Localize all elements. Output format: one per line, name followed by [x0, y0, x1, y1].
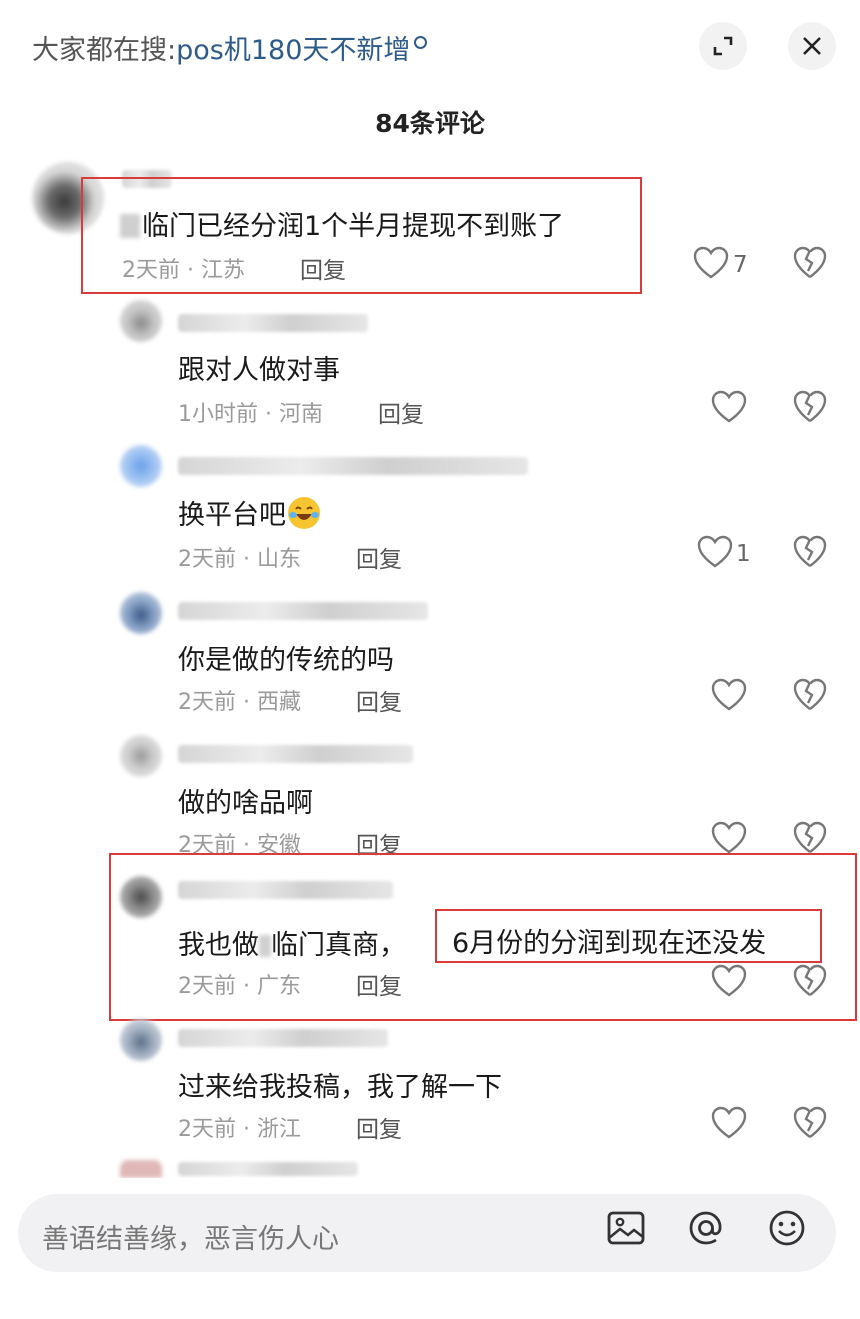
reply-button[interactable]: 回复 [356, 967, 402, 1001]
comment-meta: 2天前 · 广东 [178, 974, 301, 999]
comment-item: 跟对人做对事 1小时前 · 河南 回复 [0, 300, 860, 445]
trending-search[interactable]: 大家都在搜:pos机180天不新增 [32, 28, 428, 67]
commenter-name[interactable] [178, 1029, 388, 1047]
reply-button[interactable]: 回复 [356, 1110, 402, 1144]
commenter-name[interactable] [178, 314, 368, 332]
broken-heart-icon[interactable] [793, 964, 827, 998]
close-button[interactable] [788, 22, 836, 70]
heart-icon[interactable] [697, 535, 733, 569]
broken-heart-icon[interactable] [793, 535, 827, 569]
blurred-text [259, 935, 271, 957]
highlight-box [81, 177, 642, 294]
heart-icon[interactable] [711, 678, 747, 712]
comment-meta: 1小时前 · 河南 [178, 402, 323, 427]
comment-text: 跟对人做对事 [178, 355, 340, 386]
trending-search-label: 大家都在搜: [32, 35, 177, 66]
broken-heart-icon[interactable] [793, 390, 827, 424]
comment-text: 换平台吧 [178, 493, 320, 532]
expand-icon [713, 36, 733, 56]
expand-button[interactable] [699, 22, 747, 70]
comment-input-placeholder: 善语结善缘，恶言伤人心 [42, 1224, 339, 1255]
comment-item: 你是做的传统的吗 2天前 · 西藏 回复 [0, 590, 860, 733]
avatar[interactable] [120, 735, 162, 777]
comment-text: 做的啥品啊 [178, 788, 313, 819]
comment-meta: 2天前 · 西藏 [178, 690, 301, 715]
comment-count-title: 84条评论 [375, 109, 485, 138]
broken-heart-icon[interactable] [793, 246, 827, 280]
trending-search-keyword[interactable]: pos机180天不新增 [176, 35, 410, 66]
heart-icon[interactable] [711, 821, 747, 855]
search-icon [414, 36, 428, 49]
comment-input-bar: 善语结善缘，恶言伤人心 [0, 1178, 860, 1319]
comment-text: 我也做 临门真商， [178, 923, 406, 962]
heart-icon[interactable] [711, 964, 747, 998]
laughing-tears-emoji [288, 497, 320, 529]
comment-text-content: 换平台吧 [178, 500, 286, 531]
heart-icon[interactable] [693, 246, 729, 280]
comment-text: 过来给我投稿，我了解一下 [178, 1072, 502, 1103]
commenter-name[interactable] [178, 1162, 358, 1176]
broken-heart-icon[interactable] [793, 821, 827, 855]
avatar[interactable] [120, 1160, 162, 1178]
reply-button[interactable]: 回复 [356, 683, 402, 717]
comment-meta: 2天前 · 山东 [178, 547, 301, 572]
image-icon[interactable] [606, 1208, 646, 1248]
avatar[interactable] [120, 445, 162, 487]
highlighted-text: 6月份的分润到现在还没发 [452, 928, 767, 959]
comment-item: 换平台吧 2天前 · 山东 回复 1 [0, 445, 860, 590]
broken-heart-icon[interactable] [793, 678, 827, 712]
emoji-icon[interactable] [767, 1208, 807, 1248]
comment-meta: 2天前 · 浙江 [178, 1117, 301, 1142]
at-icon[interactable] [686, 1208, 726, 1248]
commenter-name[interactable] [178, 745, 413, 763]
reply-button[interactable]: 回复 [378, 395, 424, 429]
comment-text: 你是做的传统的吗 [178, 645, 394, 676]
close-icon [803, 37, 821, 55]
avatar[interactable] [120, 300, 162, 342]
avatar[interactable] [120, 876, 162, 918]
heart-icon[interactable] [711, 390, 747, 424]
broken-heart-icon[interactable] [793, 1106, 827, 1140]
commenter-name[interactable] [178, 881, 393, 899]
comment-text-part: 我也做 [178, 930, 259, 961]
like-count: 7 [733, 252, 748, 278]
comments-header: 大家都在搜:pos机180天不新增 84条评论 [0, 0, 860, 160]
commenter-name[interactable] [178, 457, 528, 475]
avatar[interactable] [120, 592, 162, 634]
comment-text-part: 临门真商， [271, 930, 406, 961]
comment-item: 过来给我投稿，我了解一下 2天前 · 浙江 回复 [0, 1017, 860, 1157]
avatar[interactable] [120, 1019, 162, 1061]
like-count: 1 [736, 541, 751, 567]
reply-button[interactable]: 回复 [356, 540, 402, 574]
heart-icon[interactable] [711, 1106, 747, 1140]
commenter-name[interactable] [178, 602, 428, 620]
comment-item: 做的啥品啊 2天前 · 安徽 回复 [0, 733, 860, 863]
comment-item: 我也做 临门真商， 6月份的分润到现在还没发 2天前 · 广东 回复 [0, 863, 860, 1013]
